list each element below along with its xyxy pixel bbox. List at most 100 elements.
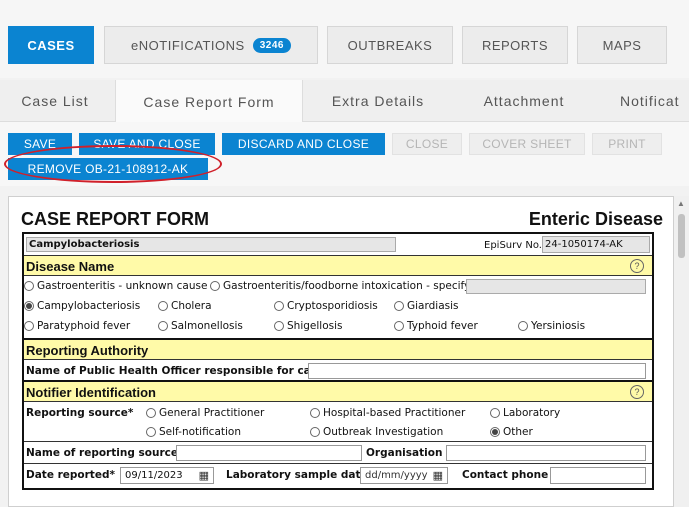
radio-paratyphoid-label: Paratyphoid fever [37,320,131,332]
disease-value-text: Campylobacteriosis [29,239,140,250]
scroll-up-arrow-icon[interactable]: ▲ [677,199,685,208]
close-button[interactable]: CLOSE [392,133,462,155]
radio-giardiasis-label: Giardiasis [407,300,459,312]
app-window: CASES eNOTIFICATIONS 3246 OUTBREAKS REPOR… [0,0,689,507]
radio-hospital-practitioner[interactable]: Hospital-based Practitioner [310,407,465,419]
remove-outbreak-button[interactable]: REMOVE OB-21-108912-AK [8,158,208,180]
radio-self-notification[interactable]: Self-notification [146,426,241,438]
reporting-authority-heading: Reporting Authority [26,343,149,358]
radio-general-practitioner[interactable]: General Practitioner [146,407,264,419]
remove-outbreak-label: REMOVE OB-21-108912-AK [27,162,189,176]
radio-cryptosporidiosis-label: Cryptosporidiosis [287,300,378,312]
radio-gastro-unknown[interactable]: Gastroenteritis - unknown cause [24,280,207,292]
radio-laboratory[interactable]: Laboratory [490,407,560,419]
radio-yersiniosis[interactable]: Yersiniosis [518,320,585,332]
gastro-specify-input[interactable] [466,279,646,294]
calendar-icon[interactable]: ▦ [199,469,209,482]
radio-circle-icon [146,427,156,437]
print-button[interactable]: PRINT [592,133,662,155]
discard-and-close-label: DISCARD AND CLOSE [237,137,370,151]
radio-outbreak-investigation-label: Outbreak Investigation [323,426,444,438]
nav-maps-button[interactable]: MAPS [577,26,667,64]
reporting-source-name-row: Name of reporting source Organisation [24,442,652,464]
radio-campylobacteriosis[interactable]: Campylobacteriosis [24,300,140,312]
cover-sheet-button[interactable]: COVER SHEET [469,133,585,155]
radio-typhoid[interactable]: Typhoid fever [394,320,478,332]
radio-circle-icon [394,321,404,331]
nav-cases-button[interactable]: CASES [8,26,94,64]
help-icon[interactable]: ? [630,259,644,273]
tab-notifications-label: Notificat [620,93,680,109]
case-subtabs: Case List Case Report Form Extra Details… [0,80,689,123]
cover-sheet-label: COVER SHEET [482,137,572,151]
save-button[interactable]: SAVE [8,133,72,155]
radio-other[interactable]: Other [490,426,533,438]
save-label: SAVE [23,137,57,151]
calendar-icon[interactable]: ▦ [433,469,443,482]
lab-sample-date-label: Laboratory sample date [226,469,368,481]
tab-attachment[interactable]: Attachment [458,80,590,122]
contact-phone-input[interactable] [550,467,646,484]
disease-name-heading: Disease Name [26,259,115,274]
nav-enotifications-button[interactable]: eNOTIFICATIONS 3246 [104,26,318,64]
radio-laboratory-label: Laboratory [503,407,561,419]
form-scrollbar[interactable]: ▲ [674,196,689,507]
close-label: CLOSE [405,137,449,151]
radio-self-notification-label: Self-notification [159,426,242,438]
tab-extra-details[interactable]: Extra Details [310,80,446,122]
radio-giardiasis[interactable]: Giardiasis [394,300,459,312]
notifier-heading: Notifier Identification [26,385,156,400]
tab-notifications[interactable]: Notificat [604,80,689,122]
lab-sample-date-input[interactable]: dd/mm/yyyy ▦ [360,467,448,484]
disease-summary-row: Campylobacteriosis EpiSurv No. 24-105017… [24,234,652,256]
nav-maps-label: MAPS [602,37,642,53]
radio-circle-icon [158,321,168,331]
enotifications-count-badge: 3246 [252,37,291,53]
nav-reports-button[interactable]: REPORTS [462,26,568,64]
top-navigation: CASES eNOTIFICATIONS 3246 OUTBREAKS REPOR… [0,0,689,78]
radio-cryptosporidiosis[interactable]: Cryptosporidiosis [274,300,378,312]
scrollbar-thumb[interactable] [678,214,685,258]
radio-gastro-foodborne[interactable]: Gastroenteritis/foodborne intoxication -… [210,280,470,292]
nav-cases-label: CASES [27,37,75,53]
episurv-number-text: 24-1050174-AK [545,239,623,250]
episurv-label: EpiSurv No. [484,240,542,251]
radio-circle-icon [24,281,34,291]
radio-campylobacteriosis-label: Campylobacteriosis [37,300,141,312]
radio-circle-icon [490,408,500,418]
disease-name-section-header: Disease Name ? [24,256,652,276]
radio-circle-icon [274,301,284,311]
help-icon[interactable]: ? [630,385,644,399]
date-reported-value: 09/11/2023 [125,470,183,481]
organisation-input[interactable] [446,445,646,461]
officer-name-input[interactable] [308,363,646,379]
case-report-form-panel: CASE REPORT FORM Enteric Disease Campylo… [8,196,674,507]
radio-general-practitioner-label: General Practitioner [159,407,265,419]
save-and-close-button[interactable]: SAVE AND CLOSE [79,133,215,155]
officer-label: Name of Public Health Officer responsibl… [26,365,325,377]
print-label: PRINT [608,137,646,151]
nav-enotifications-label: eNOTIFICATIONS [131,37,245,53]
tab-case-report-form[interactable]: Case Report Form [115,80,303,123]
reporting-source-row: Reporting source* General Practitioner H… [24,402,652,442]
radio-outbreak-investigation[interactable]: Outbreak Investigation [310,426,443,438]
nav-outbreaks-button[interactable]: OUTBREAKS [327,26,453,64]
dates-row: Date reported* 09/11/2023 ▦ Laboratory s… [24,464,652,488]
radio-typhoid-label: Typhoid fever [407,320,478,332]
organisation-label: Organisation [366,447,443,459]
date-reported-label: Date reported* [26,469,115,481]
radio-paratyphoid[interactable]: Paratyphoid fever [24,320,130,332]
radio-circle-icon [146,408,156,418]
radio-salmonellosis-label: Salmonellosis [171,320,243,332]
radio-circle-icon [518,321,528,331]
date-reported-input[interactable]: 09/11/2023 ▦ [120,467,214,484]
radio-cholera[interactable]: Cholera [158,300,212,312]
radio-shigellosis[interactable]: Shigellosis [274,320,342,332]
radio-gastro-foodborne-label: Gastroenteritis/foodborne intoxication -… [223,280,471,292]
radio-circle-icon [158,301,168,311]
discard-and-close-button[interactable]: DISCARD AND CLOSE [222,133,385,155]
tab-case-list[interactable]: Case List [0,80,110,122]
reporting-source-name-input[interactable] [176,445,362,461]
radio-salmonellosis[interactable]: Salmonellosis [158,320,243,332]
radio-circle-icon [310,408,320,418]
